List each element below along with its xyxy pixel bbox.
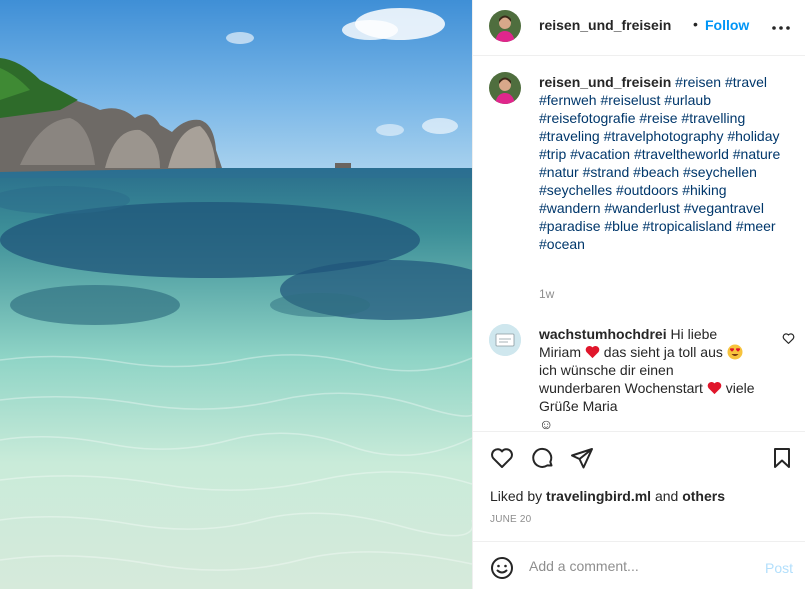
heart-eyes-emoji-icon — [727, 344, 743, 360]
avatar-image — [489, 324, 521, 356]
comment-bubble-icon[interactable] — [531, 446, 555, 470]
caption-timestamp[interactable]: 1w — [539, 287, 554, 301]
post-header: reisen_und_freisein • Follow — [473, 0, 805, 56]
author-avatar[interactable] — [489, 10, 521, 42]
comment-part-3: ich wünsche dir einen wunderbaren Wochen… — [539, 362, 703, 396]
comments-section: reisen_und_freisein #reisen #travel #fer… — [473, 56, 805, 432]
bookmark-icon[interactable] — [770, 446, 794, 470]
liked-by-others-link[interactable]: others — [682, 488, 725, 504]
post-side-panel: reisen_und_freisein • Follow reisen_und_… — [472, 0, 805, 589]
paper-plane-icon[interactable] — [570, 446, 594, 470]
avatar-image — [489, 10, 521, 42]
likes-summary: Liked by travelingbird.ml and others — [490, 488, 725, 504]
post-photo[interactable] — [0, 0, 472, 589]
post-caption: reisen_und_freisein #reisen #travel #fer… — [539, 73, 791, 253]
caption-username[interactable]: reisen_und_freisein — [539, 74, 671, 90]
post-date[interactable]: JUNE 20 — [490, 514, 531, 525]
author-username[interactable]: reisen_und_freisein — [539, 17, 671, 33]
avatar-image — [489, 72, 521, 104]
add-comment-input[interactable] — [529, 553, 749, 579]
liked-by-prefix: Liked by — [490, 488, 543, 504]
comment-composer: Post — [473, 541, 805, 589]
comment-part-2: das sieht ja toll aus — [603, 344, 723, 360]
post-actions-bar — [473, 432, 805, 482]
smiley-icon[interactable] — [490, 556, 514, 580]
header-separator: • — [693, 16, 698, 32]
commenter-avatar[interactable] — [489, 324, 521, 356]
comment-part-5: ☺ — [539, 416, 554, 432]
caption-hashtags[interactable]: #reisen #travel #fernweh #reiselust #url… — [539, 74, 780, 252]
comment-like-heart-icon[interactable] — [782, 332, 795, 345]
red-heart-emoji-icon — [707, 381, 722, 395]
liked-by-user-link[interactable]: travelingbird.ml — [546, 488, 651, 504]
caption-author-avatar[interactable] — [489, 72, 521, 104]
comment-username[interactable]: wachstumhochdrei — [539, 326, 667, 342]
seychelles-beach-image — [0, 0, 472, 589]
more-options-icon[interactable] — [769, 18, 793, 38]
red-heart-emoji-icon — [585, 345, 600, 359]
liked-by-and: and — [654, 488, 679, 504]
comment-text: wachstumhochdrei Hi liebe Miriam das sie… — [539, 325, 759, 433]
post-comment-button[interactable]: Post — [765, 560, 793, 576]
follow-button[interactable]: Follow — [705, 17, 749, 33]
heart-icon[interactable] — [490, 446, 514, 470]
